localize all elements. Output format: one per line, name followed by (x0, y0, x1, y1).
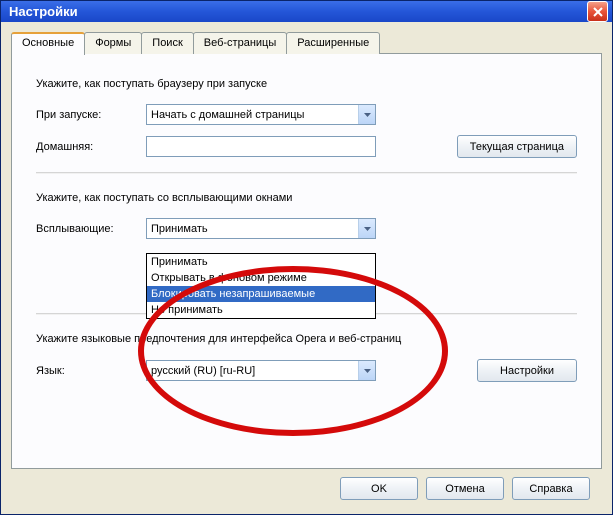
tab-search[interactable]: Поиск (141, 32, 193, 54)
content-area: Основные Формы Поиск Веб-страницы Расшир… (1, 22, 612, 516)
tab-label: Формы (95, 37, 131, 49)
tab-label: Веб-страницы (204, 37, 277, 49)
tab-label: Расширенные (297, 37, 369, 49)
close-button[interactable] (587, 1, 608, 22)
button-label: Справка (529, 483, 572, 495)
on-start-row: При запуске: Начать с домашней страницы (36, 104, 577, 125)
divider (36, 172, 577, 174)
tab-general[interactable]: Основные (11, 32, 85, 55)
chevron-down-icon (358, 361, 375, 380)
home-row: Домашняя: Текущая страница (36, 135, 577, 158)
startup-section-label: Укажите, как поступать браузеру при запу… (36, 78, 577, 90)
close-icon (593, 7, 603, 17)
on-start-select[interactable]: Начать с домашней страницы (146, 104, 376, 125)
tab-label: Основные (22, 37, 74, 49)
on-start-label: При запуске: (36, 109, 146, 121)
chevron-down-icon (358, 105, 375, 124)
button-label: Отмена (445, 483, 484, 495)
popups-section-label: Укажите, как поступать со всплывающими о… (36, 192, 577, 204)
help-button[interactable]: Справка (512, 477, 590, 500)
chevron-down-icon (358, 219, 375, 238)
popups-select[interactable]: Принимать (146, 218, 376, 239)
on-start-select-value: Начать с домашней страницы (151, 109, 358, 121)
popups-option[interactable]: Блокировать незапрашиваемые (147, 286, 375, 302)
settings-window: Настройки Основные Формы Поиск Веб-стран… (0, 0, 613, 515)
current-page-button[interactable]: Текущая страница (457, 135, 577, 158)
language-label: Язык: (36, 365, 146, 377)
language-select[interactable]: русский (RU) [ru-RU] (146, 360, 376, 381)
language-select-value: русский (RU) [ru-RU] (151, 365, 358, 377)
popups-select-value: Принимать (151, 223, 358, 235)
titlebar: Настройки (1, 1, 612, 22)
popups-dropdown-list[interactable]: ПриниматьОткрывать в фоновом режимеБлоки… (146, 253, 376, 319)
home-input[interactable] (146, 136, 376, 157)
tab-advanced[interactable]: Расширенные (286, 32, 380, 54)
button-label: Настройки (500, 365, 554, 377)
popups-label: Всплывающие: (36, 223, 146, 235)
home-label: Домашняя: (36, 141, 146, 153)
window-title: Настройки (9, 4, 78, 19)
ok-button[interactable]: OK (340, 477, 418, 500)
popups-option[interactable]: Открывать в фоновом режиме (147, 270, 375, 286)
tab-panel-general: Укажите, как поступать браузеру при запу… (11, 53, 602, 469)
popups-option[interactable]: Не принимать (147, 302, 375, 318)
popups-row: Всплывающие: Принимать (36, 218, 577, 239)
tab-strip: Основные Формы Поиск Веб-страницы Расшир… (11, 32, 602, 54)
language-section-label: Укажите языковые предпочтения для интерф… (36, 333, 577, 345)
dialog-buttons: OK Отмена Справка (11, 469, 602, 510)
language-row: Язык: русский (RU) [ru-RU] Настройки (36, 359, 577, 382)
cancel-button[interactable]: Отмена (426, 477, 504, 500)
button-label: OK (371, 483, 387, 495)
tab-webpages[interactable]: Веб-страницы (193, 32, 288, 54)
tab-label: Поиск (152, 37, 182, 49)
button-label: Текущая страница (470, 141, 564, 153)
language-settings-button[interactable]: Настройки (477, 359, 577, 382)
popups-option[interactable]: Принимать (147, 254, 375, 270)
tab-forms[interactable]: Формы (84, 32, 142, 54)
